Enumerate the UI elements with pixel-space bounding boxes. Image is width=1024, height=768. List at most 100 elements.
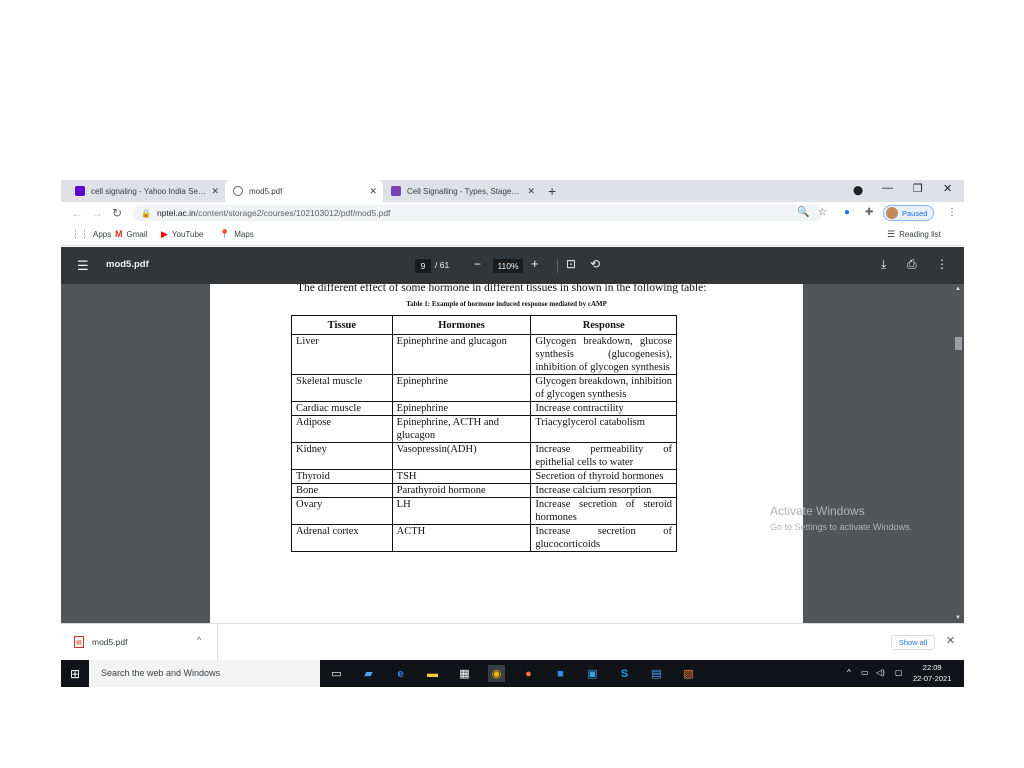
task-view-icon[interactable]: ▭ xyxy=(328,665,345,682)
tab-search-icon[interactable]: ⬤ xyxy=(853,185,863,196)
bookmark-star-icon[interactable]: ☆ xyxy=(818,207,827,218)
edge-icon[interactable]: e xyxy=(392,665,409,682)
rotate-icon[interactable]: ⟲ xyxy=(590,257,600,271)
bookmark-youtube[interactable]: ▶ YouTube xyxy=(161,229,203,240)
page-number-input[interactable]: 9 xyxy=(415,259,431,273)
hamburger-menu-icon[interactable]: ☰ xyxy=(77,258,89,274)
hormone-cell: ACTH xyxy=(391,524,532,552)
skype-icon[interactable]: S xyxy=(616,665,633,682)
table-row: Cardiac muscle Epinephrine Increase contra… xyxy=(291,401,677,416)
bookmark-maps[interactable]: 📍 Maps xyxy=(219,229,254,240)
restore-button[interactable]: ❐ xyxy=(913,182,923,195)
hormone-cell: LH xyxy=(391,497,532,525)
new-tab-button[interactable]: + xyxy=(548,183,556,199)
scroll-up-icon[interactable]: ▲ xyxy=(955,286,961,292)
pdf-file-icon: ▤ xyxy=(74,636,84,648)
url-path: /content/storage2/courses/102103012/pdf/… xyxy=(195,208,391,218)
system-clock[interactable]: 22:09 22-07-2021 xyxy=(913,662,951,684)
chevron-up-icon[interactable]: ^ xyxy=(197,635,201,645)
response-cell: Increase secretion of steroid hormones xyxy=(530,497,677,525)
store-icon[interactable]: ▦ xyxy=(456,665,473,682)
chrome-icon[interactable]: ◉ xyxy=(488,665,505,682)
tissue-cell: Adipose xyxy=(291,415,393,443)
extensions-puzzle-icon[interactable]: ✚ xyxy=(865,207,873,218)
hormone-cell: TSH xyxy=(391,469,532,484)
zoom-icon[interactable]: 🔍 xyxy=(797,207,809,218)
profile-status: Paused xyxy=(902,208,928,218)
zoom-app-icon[interactable]: ■ xyxy=(552,665,569,682)
hormone-cell: Parathyroid hormone xyxy=(391,483,532,498)
show-all-button[interactable]: Show all xyxy=(891,635,935,650)
url-host: nptel.ac.in xyxy=(156,208,196,218)
download-item[interactable]: ▤ mod5.pdf xyxy=(74,636,127,648)
activate-windows-watermark: Activate Windows xyxy=(770,504,865,518)
lock-icon: 🔒 xyxy=(141,208,151,218)
close-tab-icon[interactable]: ✕ xyxy=(527,186,535,197)
response-cell: Glycogen breakdown, inhibition of glycog… xyxy=(530,374,677,402)
menu-kebab-icon[interactable]: ⋮ xyxy=(947,207,957,218)
office-icon[interactable]: ▧ xyxy=(680,665,697,682)
taskbar-search-input[interactable]: Search the web and Windows xyxy=(89,660,320,687)
vertical-scrollbar[interactable]: ▲ ▼ xyxy=(953,284,964,623)
tissue-cell: Thyroid xyxy=(291,469,393,484)
bookmark-apps[interactable]: ⋮⋮ Apps xyxy=(71,229,111,240)
download-icon[interactable]: ⤓ xyxy=(881,257,886,272)
tab-mod5-pdf[interactable]: mod5.pdf ✕ xyxy=(225,180,383,202)
scrollbar-thumb[interactable] xyxy=(955,337,962,350)
minimize-button[interactable]: — xyxy=(882,182,893,194)
close-downloads-icon[interactable]: ✕ xyxy=(946,634,955,647)
firefox-icon[interactable]: ● xyxy=(520,665,537,682)
table-row: Kidney Vasopressin(ADH) Increase permeabil… xyxy=(291,442,677,470)
address-bar[interactable]: 🔒 nptel.ac.in/content/storage2/courses/1… xyxy=(133,205,823,221)
apps-grid-icon: ⋮⋮ xyxy=(71,229,89,239)
tab-yahoo-search[interactable]: cell signaling - Yahoo India Search ✕ xyxy=(67,180,225,202)
forward-button[interactable]: → xyxy=(91,206,103,220)
reload-button[interactable]: ↻ xyxy=(112,206,122,220)
table-row: Bone Parathyroid hormone Increase calcium … xyxy=(291,483,677,498)
pdf-viewport[interactable]: The different effect of some hormone in … xyxy=(61,284,964,623)
file-explorer-icon[interactable]: ▬ xyxy=(424,665,441,682)
profile-button[interactable]: Paused xyxy=(883,205,935,221)
hormone-cell: Epinephrine xyxy=(391,401,532,416)
tissue-cell: Adrenal cortex xyxy=(291,524,393,552)
tab-cell-signalling[interactable]: Cell Signalling - Types, Stages & Functi… xyxy=(383,180,541,202)
bookmark-gmail[interactable]: M Gmail xyxy=(115,229,147,239)
close-window-button[interactable]: ✕ xyxy=(943,182,952,195)
close-tab-icon[interactable]: ✕ xyxy=(369,186,377,197)
scroll-down-icon[interactable]: ▼ xyxy=(955,615,961,621)
fit-to-page-icon[interactable]: ⊡ xyxy=(566,257,576,271)
app-icon[interactable]: ▰ xyxy=(360,665,377,682)
close-tab-icon[interactable]: ✕ xyxy=(211,186,219,197)
volume-icon[interactable]: ◁) xyxy=(876,668,885,677)
photos-icon[interactable]: ▣ xyxy=(584,665,601,682)
pdf-page: The different effect of some hormone in … xyxy=(210,284,803,623)
tab-title: Cell Signalling - Types, Stages & Functi… xyxy=(407,186,523,196)
table-header-row: Tissue Hormones Response xyxy=(291,315,677,335)
tissue-cell: Skeletal muscle xyxy=(291,374,393,402)
more-options-icon[interactable]: ⋮ xyxy=(936,257,948,271)
zoom-out-button[interactable]: − xyxy=(474,257,481,271)
table-row: Liver Epinephrine and glucagon Glycogen br… xyxy=(291,334,677,375)
battery-icon[interactable]: ▭ xyxy=(861,668,869,677)
back-button[interactable]: ← xyxy=(71,206,83,220)
table-caption: Table 1: Example of hormone induced resp… xyxy=(406,300,607,308)
print-icon[interactable]: ⎙ xyxy=(907,257,917,272)
hormone-cell: Vasopressin(ADH) xyxy=(391,442,532,470)
tray-chevron-icon[interactable]: ^ xyxy=(847,668,851,677)
zoom-level-input[interactable]: 110% xyxy=(493,259,523,273)
extension-b-icon[interactable]: ● xyxy=(844,207,850,218)
hormone-table: Tissue Hormones Response Liver Epinephrin… xyxy=(291,315,677,552)
zoom-in-button[interactable]: + xyxy=(531,256,539,271)
tab-title: cell signaling - Yahoo India Search xyxy=(91,186,207,196)
notepad-icon[interactable]: ▤ xyxy=(648,665,665,682)
column-header: Hormones xyxy=(391,315,532,335)
table-row: Ovary LH Increase secretion of steroid hor… xyxy=(291,497,677,525)
bookmark-reading-list[interactable]: ☰ Reading list xyxy=(887,229,941,240)
hormone-cell: Epinephrine and glucagon xyxy=(391,334,532,375)
yahoo-favicon-icon xyxy=(75,186,85,196)
notifications-icon[interactable]: ▢ xyxy=(895,668,903,677)
avatar xyxy=(886,207,898,219)
windows-start-icon[interactable]: ⊞ xyxy=(70,667,80,681)
divider xyxy=(217,624,218,661)
response-cell: Increase contractility xyxy=(530,401,677,416)
